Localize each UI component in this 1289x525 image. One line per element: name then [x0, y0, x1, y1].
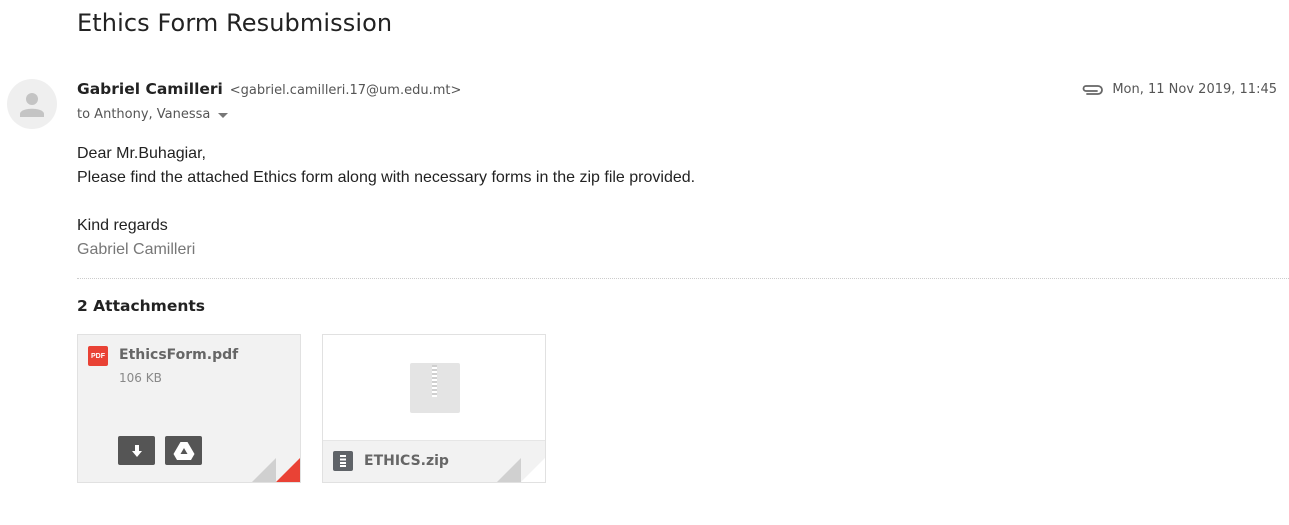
- attachment-card-pdf[interactable]: PDF EthicsForm.pdf 106 KB: [77, 334, 301, 483]
- body-line: Please find the attached Ethics form alo…: [77, 169, 696, 186]
- download-icon: [131, 444, 142, 457]
- zip-footer: ETHICS.zip: [323, 440, 545, 482]
- email-body: Dear Mr.Buhagiar, Please find the attach…: [77, 142, 695, 262]
- date-block: Mon, 11 Nov 2019, 11:45: [1080, 82, 1277, 97]
- card-corner-fold: [497, 458, 521, 482]
- attachment-size: 106 KB: [119, 371, 162, 385]
- zip-file-icon: [333, 451, 353, 471]
- card-corner-fold: [252, 458, 276, 482]
- pdf-icon: PDF: [88, 346, 108, 366]
- attachment-card-zip[interactable]: ETHICS.zip: [322, 334, 546, 483]
- attachment-name: ETHICS.zip: [364, 453, 449, 469]
- recipients-label: to Anthony, Vanessa: [77, 107, 211, 122]
- download-button[interactable]: [118, 436, 155, 465]
- google-drive-icon: [173, 441, 194, 460]
- sender-email: <gabriel.camilleri.17@um.edu.mt>: [229, 83, 462, 98]
- avatar-icon: [20, 93, 44, 117]
- email-subject: Ethics Form Resubmission: [77, 9, 393, 37]
- attachments-header: 2 Attachments: [77, 297, 206, 315]
- avatar[interactable]: [7, 79, 57, 129]
- card-corner-badge: [276, 458, 300, 482]
- body-signature: Gabriel Camilleri: [77, 241, 196, 258]
- recipients: to Anthony, Vanessa: [77, 107, 229, 122]
- save-to-drive-button[interactable]: [165, 436, 202, 465]
- card-corner: [521, 458, 545, 482]
- zip-thumbnail: [410, 363, 460, 413]
- sender-name[interactable]: Gabriel Camilleri: [77, 80, 223, 98]
- body-closing: Kind regards: [77, 217, 168, 234]
- body-greeting: Dear Mr.Buhagiar,: [77, 145, 206, 162]
- email-date: Mon, 11 Nov 2019, 11:45: [1112, 82, 1277, 97]
- chevron-down-icon[interactable]: [218, 112, 229, 118]
- attachment-name: EthicsForm.pdf: [119, 347, 239, 363]
- zipper-graphic: [432, 365, 437, 397]
- sender-line: Gabriel Camilleri <gabriel.camilleri.17@…: [77, 80, 461, 98]
- divider: [77, 278, 1289, 279]
- paperclip-icon: [1080, 84, 1104, 96]
